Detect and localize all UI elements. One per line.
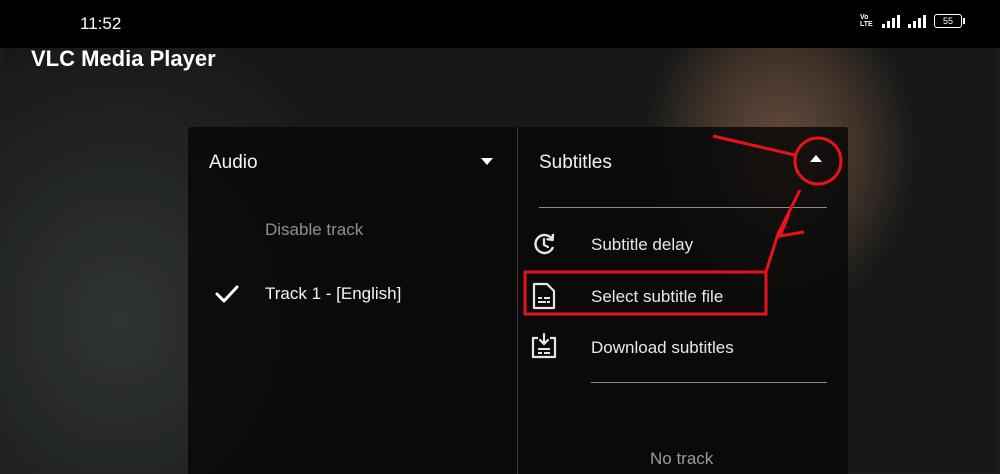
app-title: VLC Media Player — [31, 46, 216, 71]
menu-select-subtitle-file[interactable]: Select subtitle file — [591, 287, 723, 307]
signal-icon-1 — [882, 14, 900, 28]
subtitle-file-icon — [532, 282, 556, 310]
status-icons: Vo LTE 55 — [860, 14, 965, 28]
battery-icon: 55 — [934, 14, 965, 28]
signal-icon-2 — [908, 14, 926, 28]
download-subtitles-icon — [531, 332, 557, 359]
menu-subtitle-delay[interactable]: Subtitle delay — [591, 235, 693, 255]
audio-track-disable[interactable]: Disable track — [265, 220, 363, 240]
status-time: 11:52 — [80, 14, 122, 33]
check-icon — [215, 285, 239, 303]
menu-download-subtitles[interactable]: Download subtitles — [591, 338, 734, 358]
subtitles-divider-bottom — [591, 382, 827, 383]
panel-divider — [517, 127, 518, 474]
audio-header[interactable]: Audio — [209, 152, 258, 174]
subtitles-header[interactable]: Subtitles — [539, 152, 612, 174]
subtitles-no-track: No track — [650, 449, 714, 468]
subtitles-divider-top — [539, 207, 827, 208]
subtitles-expand-icon[interactable] — [810, 155, 822, 162]
audio-track-1[interactable]: Track 1 - [English] — [265, 284, 401, 304]
subtitle-delay-icon — [534, 233, 555, 255]
status-bar: 11:52 Vo LTE 55 — [0, 0, 1000, 48]
audio-collapse-icon[interactable] — [481, 158, 493, 165]
volte-icon: Vo LTE — [860, 14, 873, 28]
